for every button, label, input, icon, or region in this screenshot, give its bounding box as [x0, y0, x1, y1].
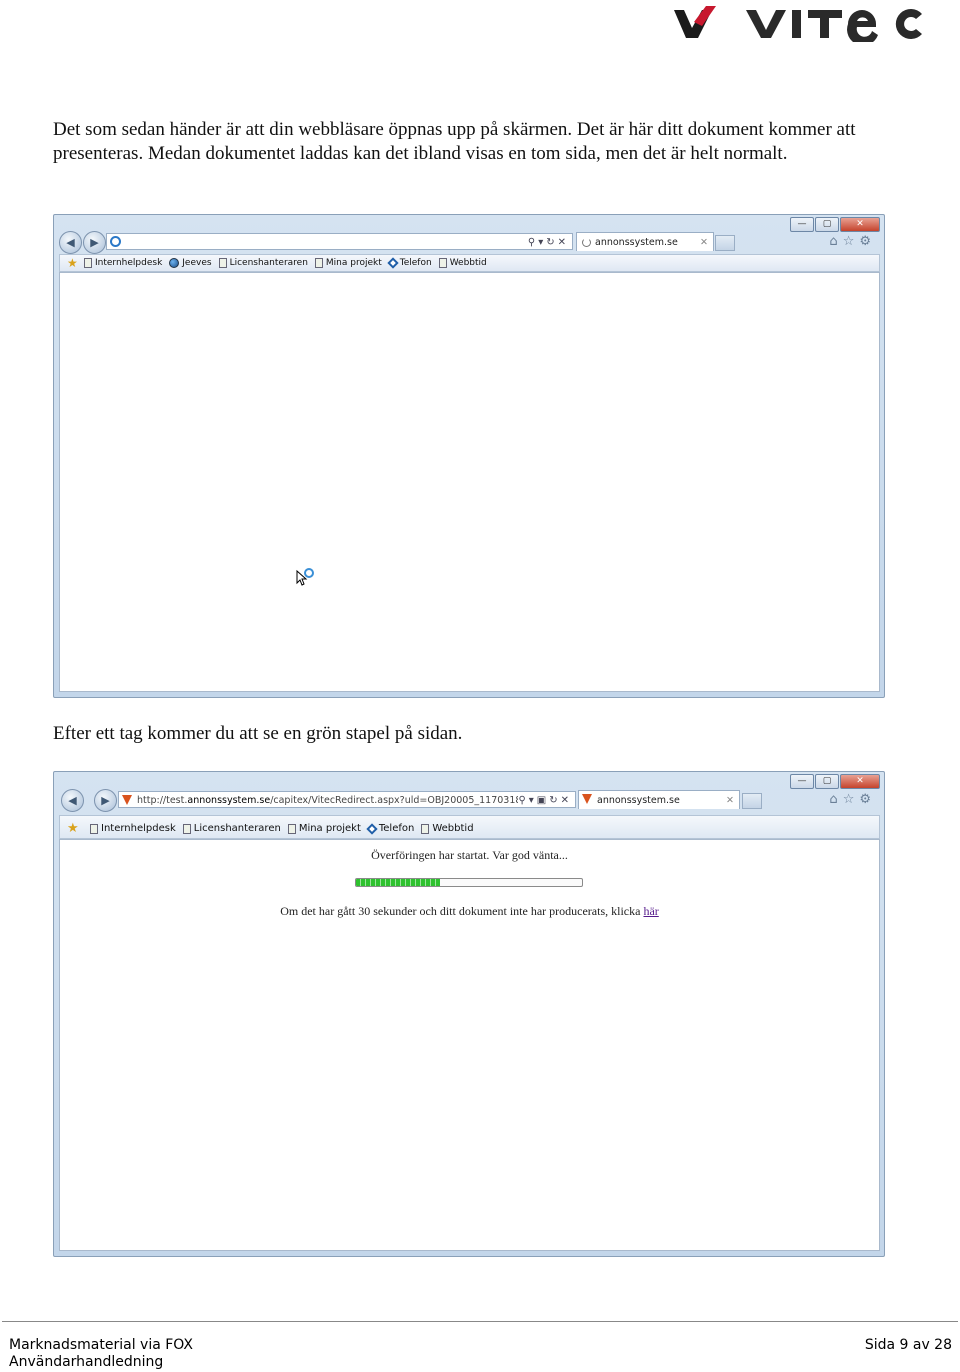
home-icon[interactable]: ⌂ — [829, 792, 842, 807]
page-icon — [438, 258, 447, 268]
timeout-text: Om det har gått 30 sekunder och ditt dok… — [280, 904, 641, 918]
globe-icon — [169, 258, 180, 268]
address-controls[interactable]: ⚲▾↻✕ — [528, 234, 569, 249]
fox-icon — [122, 795, 132, 805]
address-bar[interactable]: http://test.annonssystem.se/capitex/Vite… — [118, 791, 576, 808]
favorite-item[interactable]: Webbtid — [438, 255, 487, 271]
busy-cursor-icon — [296, 568, 314, 586]
close-icon[interactable]: ✕ — [840, 217, 880, 232]
page-icon — [314, 258, 323, 268]
address-bar[interactable]: ⚲▾↻✕ — [106, 233, 573, 250]
footer-title: Marknadsmaterial via FOX — [9, 1337, 194, 1353]
address-controls[interactable]: ⚲▾▣↻✕ — [518, 792, 572, 807]
vitec-logo — [674, 6, 922, 42]
favorite-label: Licenshanteraren — [193, 823, 281, 834]
address-prefix: http://test. — [137, 795, 188, 806]
favorites-bar: ★ Internhelpdesk Licenshanteraren Mina pro… — [59, 815, 880, 839]
favorite-label: Telefon — [399, 258, 432, 268]
maximize-icon[interactable]: ▢ — [815, 217, 839, 232]
favorite-label: Webbtid — [432, 823, 474, 834]
diamond-icon — [387, 257, 399, 269]
address-domain: annonssystem.se — [187, 795, 271, 806]
favorite-item[interactable]: Webbtid — [421, 818, 474, 840]
page-icon — [90, 824, 98, 834]
footer-divider — [2, 1321, 958, 1322]
browser-window-progress: — ▢ ✕ ◀ ▶ http://test.annonssystem.se/ca… — [53, 771, 885, 1257]
page-viewport: Överföringen har startat. Var god vänta.… — [59, 839, 880, 1251]
window-controls: — ▢ ✕ — [790, 217, 880, 232]
navigation-bar: ◀ ▶ http://test.annonssystem.se/capitex/… — [59, 788, 880, 812]
tab-title: annonssystem.se — [595, 237, 678, 248]
new-tab-button[interactable] — [715, 235, 735, 251]
timeout-message: Om det har gått 30 sekunder och ditt dok… — [60, 904, 879, 919]
favorite-item[interactable]: Licenshanteraren — [218, 255, 308, 271]
favorite-label: Telefon — [378, 823, 415, 834]
tab-close-icon[interactable]: ✕ — [726, 791, 734, 810]
tab-close-icon[interactable]: ✕ — [700, 233, 708, 252]
browser-window-loading: — ▢ ✕ ◀ ▶ ⚲▾↻✕ annonssystem.se ✕ ⌂☆⚙ ★ I… — [53, 214, 885, 698]
favorites-add-icon[interactable]: ★ — [67, 818, 79, 840]
favorite-label: Internhelpdesk — [95, 258, 163, 268]
close-icon[interactable]: ✕ — [840, 774, 880, 789]
page-icon — [287, 824, 296, 834]
new-tab-button[interactable] — [742, 793, 762, 809]
loading-spinner-icon — [582, 238, 591, 247]
favorite-label: Mina projekt — [298, 823, 361, 834]
here-link[interactable]: här — [643, 904, 658, 918]
favorites-star-icon[interactable]: ☆ — [843, 792, 860, 807]
browser-tab[interactable]: annonssystem.se ✕ — [576, 232, 714, 251]
favorite-label: Mina projekt — [325, 258, 382, 268]
diamond-icon — [366, 823, 378, 835]
favorite-label: Licenshanteraren — [229, 258, 308, 268]
favorite-item[interactable]: Telefon — [366, 818, 415, 840]
favorite-item[interactable]: Licenshanteraren — [182, 818, 281, 840]
toolbar-icons: ⌂☆⚙ — [829, 234, 876, 249]
back-icon[interactable]: ◀ — [61, 789, 84, 812]
favorite-label: Jeeves — [182, 258, 212, 268]
tab-title: annonssystem.se — [597, 795, 680, 806]
page-number: Sida 9 av 28 — [864, 1337, 952, 1353]
progress-bar — [355, 878, 583, 887]
favorite-item[interactable]: Internhelpdesk — [90, 818, 176, 840]
footer-left: Marknadsmaterial via FOX Användarhandled… — [9, 1337, 193, 1371]
favorites-star-icon[interactable]: ☆ — [843, 234, 860, 249]
forward-icon[interactable]: ▶ — [94, 789, 117, 812]
favorite-item[interactable]: Telefon — [387, 255, 432, 271]
page-icon — [84, 258, 92, 268]
favorites-bar: ★ Internhelpdesk Jeeves Licenshanteraren Mi… — [59, 254, 880, 272]
favorite-item[interactable]: Internhelpdesk — [84, 255, 162, 271]
maximize-icon[interactable]: ▢ — [815, 774, 839, 789]
minimize-icon[interactable]: — — [790, 217, 814, 232]
progress-bar-fill — [356, 879, 440, 886]
gear-icon[interactable]: ⚙ — [859, 234, 876, 249]
page-icon — [182, 824, 191, 834]
back-icon[interactable]: ◀ — [59, 231, 82, 254]
favorite-item[interactable]: Mina projekt — [287, 818, 361, 840]
footer-subtitle: Användarhandledning — [9, 1354, 164, 1370]
ie-icon — [110, 236, 121, 247]
favorite-label: Webbtid — [449, 258, 487, 268]
favorite-item[interactable]: Jeeves — [169, 255, 212, 271]
progress-paragraph: Efter ett tag kommer du att se en grön s… — [53, 723, 463, 744]
favorites-add-icon[interactable]: ★ — [67, 255, 78, 271]
minimize-icon[interactable]: — — [790, 774, 814, 789]
navigation-bar: ◀ ▶ ⚲▾↻✕ annonssystem.se ✕ ⌂☆⚙ — [59, 231, 880, 255]
blank-page-viewport — [59, 272, 880, 692]
page-icon — [421, 824, 430, 834]
window-controls: — ▢ ✕ — [790, 774, 880, 789]
favorites-list: Internhelpdesk Jeeves Licenshanteraren Mina… — [84, 255, 487, 271]
favorites-list: Internhelpdesk Licenshanteraren Mina proje… — [90, 818, 474, 840]
address-suffix: /capitex/VitecRedirect.aspx?uld=OBJ20005… — [270, 795, 547, 806]
gear-icon[interactable]: ⚙ — [859, 792, 876, 807]
page-icon — [218, 258, 227, 268]
forward-icon[interactable]: ▶ — [83, 231, 106, 254]
browser-tab[interactable]: annonssystem.se ✕ — [578, 790, 740, 809]
home-icon[interactable]: ⌂ — [829, 234, 842, 249]
favorite-label: Internhelpdesk — [101, 823, 176, 834]
transfer-started-message: Överföringen har startat. Var god vänta.… — [371, 848, 568, 862]
intro-paragraph: Det som sedan händer är att din webbläsa… — [53, 119, 856, 164]
fox-icon — [582, 794, 592, 804]
favorite-item[interactable]: Mina projekt — [314, 255, 382, 271]
toolbar-icons: ⌂☆⚙ — [829, 792, 876, 807]
